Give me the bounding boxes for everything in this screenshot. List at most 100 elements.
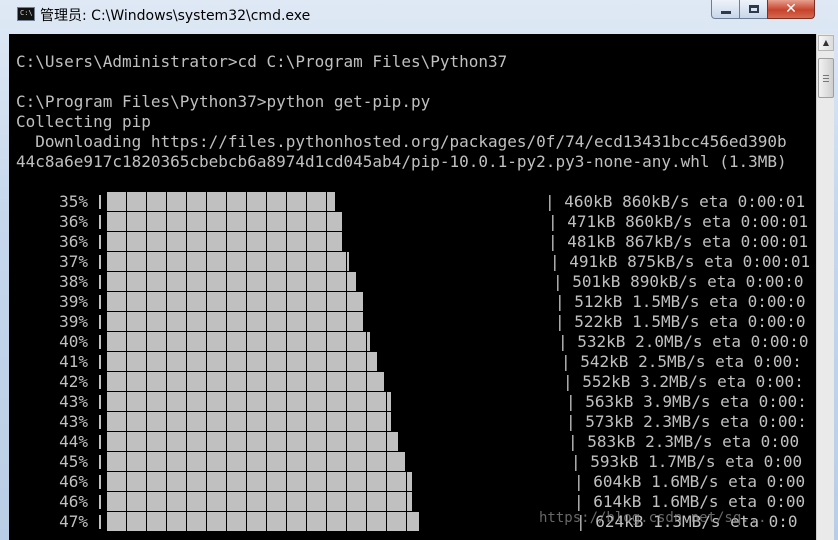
minimize-button[interactable] [711, 0, 740, 19]
progress-row: 41% | 542kB 2.5MB/s eta 0:00: [9, 352, 816, 372]
progress-row: 40% | 532kB 2.0MB/s eta 0:00:0 [9, 332, 816, 352]
console-line: C:\Users\Administrator>cd C:\Program Fil… [16, 52, 508, 71]
console-line: 44c8a6e917c1820365cbebcb6a8974d1cd045ab4… [16, 152, 787, 171]
progress-row: 46% | 604kB 1.6MB/s eta 0:00 [9, 472, 816, 492]
progress-row: 46% | 614kB 1.6MB/s eta 0:00 [9, 492, 816, 512]
cmd-icon[interactable] [17, 7, 35, 21]
progress-percent: 36% [59, 232, 88, 251]
progress-bar-fill [107, 312, 363, 332]
console-line: Downloading https://files.pythonhosted.o… [16, 132, 787, 151]
progress-stats: | 604kB 1.6MB/s eta 0:00 [574, 472, 806, 491]
progress-stats: | 573kB 2.3MB/s eta 0:00: [566, 412, 807, 431]
progress-percent: 44% [59, 432, 88, 451]
cmd-window: 管理员: C:\Windows\system32\cmd.exe ✕ C:\Us… [0, 0, 838, 540]
progress-bar-fill [107, 292, 363, 312]
progress-percent: 39% [59, 292, 88, 311]
progress-bar-start [99, 235, 101, 249]
progress-bar-fill [107, 452, 405, 472]
progress-percent: 40% [59, 332, 88, 351]
progress-bar-start [99, 315, 101, 329]
progress-row: 45% | 593kB 1.7MB/s eta 0:00 [9, 452, 816, 472]
progress-row: 44% | 583kB 2.3MB/s eta 0:00 [9, 432, 816, 452]
progress-bar-fill [107, 272, 356, 292]
progress-row: 43% | 563kB 3.9MB/s eta 0:00: [9, 392, 816, 412]
progress-stats: | 522kB 1.5MB/s eta 0:00:0 [555, 312, 806, 331]
scroll-up-icon[interactable]: ▲ [818, 35, 834, 51]
progress-bar-start [99, 435, 101, 449]
grip-line [823, 81, 829, 82]
progress-row: 35% | 460kB 860kB/s eta 0:00:01 [9, 192, 816, 212]
progress-row: 39% | 512kB 1.5MB/s eta 0:00:0 [9, 292, 816, 312]
progress-bar-start [99, 275, 101, 289]
progress-stats: | 583kB 2.3MB/s eta 0:00 [568, 432, 800, 451]
progress-bar-fill [107, 252, 349, 272]
grip-line [823, 75, 829, 76]
progress-bar-fill [107, 512, 419, 532]
progress-stats: | 532kB 2.0MB/s eta 0:00:0 [558, 332, 809, 351]
progress-percent: 39% [59, 312, 88, 331]
close-button[interactable]: ✕ [767, 0, 815, 19]
progress-bar-fill [107, 372, 384, 392]
console-line: Collecting pip [16, 112, 151, 131]
progress-row: 38% | 501kB 890kB/s eta 0:00:0 [9, 272, 816, 292]
progress-bar-fill [107, 352, 377, 372]
grip-line [823, 78, 829, 79]
progress-bar-start [99, 375, 101, 389]
progress-bar-fill [107, 212, 342, 232]
progress-row: 43% | 573kB 2.3MB/s eta 0:00: [9, 412, 816, 432]
progress-stats: | 491kB 875kB/s eta 0:00:01 [550, 252, 811, 271]
progress-bar-start [99, 215, 101, 229]
progress-stats: | 501kB 890kB/s eta 0:00:0 [553, 272, 804, 291]
progress-bar-fill [107, 392, 391, 412]
progress-bar-fill [107, 432, 398, 452]
progress-bar-fill [107, 332, 370, 352]
maximize-button[interactable] [739, 0, 768, 19]
progress-percent: 45% [59, 452, 88, 471]
maximize-icon [748, 5, 759, 13]
vertical-scrollbar[interactable]: ▲ [816, 34, 834, 540]
progress-percent: 37% [59, 252, 88, 271]
progress-bar-fill [107, 412, 391, 432]
progress-bar-fill [107, 492, 412, 512]
progress-stats: | 552kB 3.2MB/s eta 0:00: [563, 372, 804, 391]
progress-stats: | 563kB 3.9MB/s eta 0:00: [566, 392, 807, 411]
progress-bar-start [99, 415, 101, 429]
progress-percent: 46% [59, 472, 88, 491]
progress-bar-start [99, 335, 101, 349]
progress-percent: 35% [59, 192, 88, 211]
progress-bar-fill [107, 232, 342, 252]
progress-percent: 42% [59, 372, 88, 391]
progress-stats: | 481kB 867kB/s eta 0:00:01 [548, 232, 809, 251]
console-line: C:\Program Files\Python37>python get-pip… [16, 92, 431, 111]
window-title: 管理员: C:\Windows\system32\cmd.exe [40, 8, 311, 24]
progress-percent: 47% [59, 512, 88, 531]
progress-percent: 36% [59, 212, 88, 231]
progress-bar-start [99, 515, 101, 529]
progress-stats: | 614kB 1.6MB/s eta 0:00 [574, 492, 806, 511]
progress-bar-start [99, 475, 101, 489]
progress-bar-start [99, 455, 101, 469]
console-output[interactable]: C:\Users\Administrator>cd C:\Program Fil… [9, 34, 816, 540]
progress-row: 36% | 481kB 867kB/s eta 0:00:01 [9, 232, 816, 252]
watermark: https://blog.csdn.net/sq... [539, 510, 767, 526]
progress-bar-fill [107, 192, 335, 212]
progress-bar-fill [107, 472, 412, 492]
progress-bar-start [99, 295, 101, 309]
minimize-icon [720, 11, 731, 14]
progress-bar-start [99, 395, 101, 409]
progress-stats: | 471kB 860kB/s eta 0:00:01 [548, 212, 809, 231]
progress-percent: 43% [59, 412, 88, 431]
progress-row: 42% | 552kB 3.2MB/s eta 0:00: [9, 372, 816, 392]
progress-stats: | 460kB 860kB/s eta 0:00:01 [545, 192, 806, 211]
progress-row: 37% | 491kB 875kB/s eta 0:00:01 [9, 252, 816, 272]
scroll-thumb[interactable] [818, 58, 834, 98]
progress-percent: 41% [59, 352, 88, 371]
progress-stats: | 593kB 1.7MB/s eta 0:00 [571, 452, 803, 471]
progress-bar-start [99, 355, 101, 369]
progress-percent: 43% [59, 392, 88, 411]
progress-percent: 46% [59, 492, 88, 511]
title-bar[interactable]: 管理员: C:\Windows\system32\cmd.exe ✕ [0, 0, 838, 30]
progress-row: 39% | 522kB 1.5MB/s eta 0:00:0 [9, 312, 816, 332]
progress-row: 36% | 471kB 860kB/s eta 0:00:01 [9, 212, 816, 232]
progress-stats: | 542kB 2.5MB/s eta 0:00: [561, 352, 802, 371]
